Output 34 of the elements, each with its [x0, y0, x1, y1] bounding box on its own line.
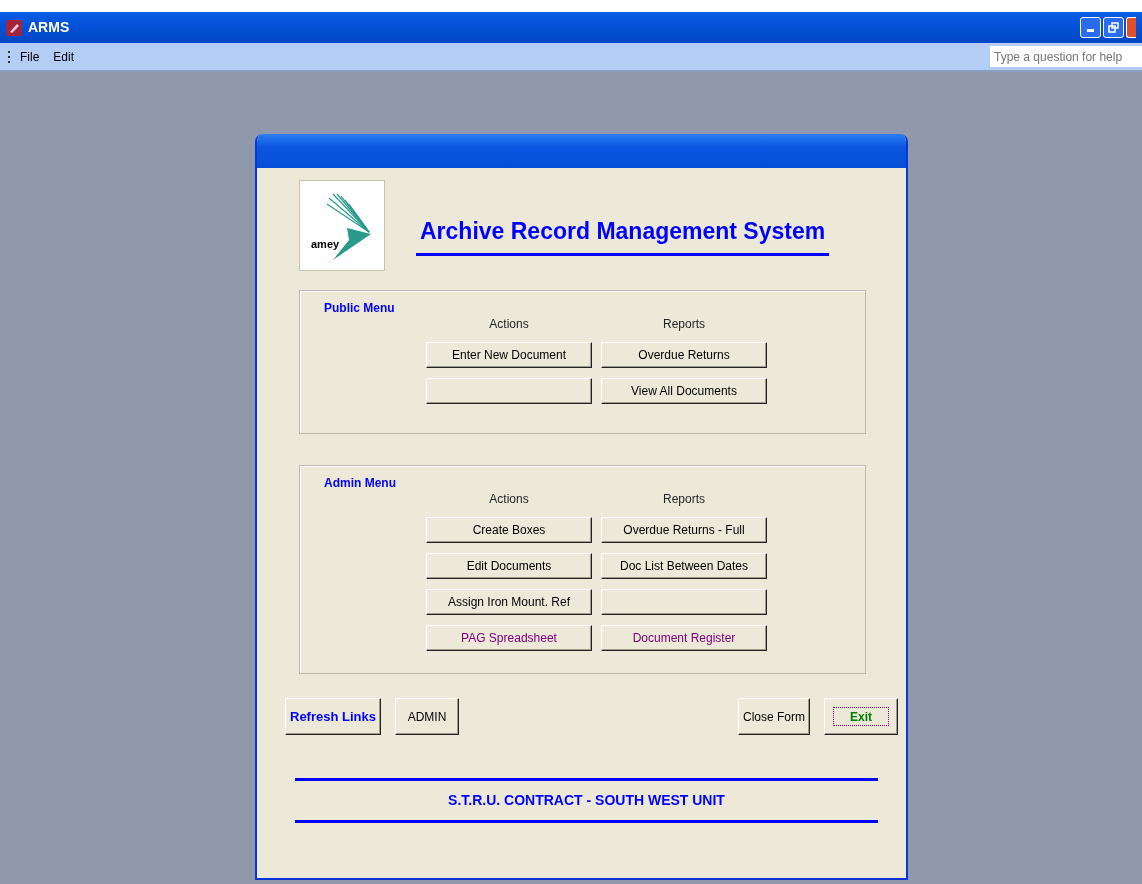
- menu-button[interactable]: View All Documents: [601, 378, 767, 404]
- menu-button[interactable]: Edit Documents: [426, 553, 592, 579]
- menu-button[interactable]: Doc List Between Dates: [601, 553, 767, 579]
- logo-text: amey: [311, 237, 340, 250]
- blank-button[interactable]: [426, 378, 592, 404]
- exit-button[interactable]: Exit: [824, 698, 898, 735]
- menu-item[interactable]: Edit: [53, 47, 75, 66]
- help-search-field[interactable]: Type a question for help: [990, 46, 1142, 67]
- close-button[interactable]: [1126, 17, 1136, 38]
- restore-button[interactable]: [1103, 17, 1124, 38]
- menu-button[interactable]: PAG Spreadsheet: [426, 625, 592, 651]
- column-heading: Reports: [662, 491, 706, 508]
- minimize-button[interactable]: [1080, 17, 1101, 38]
- menu-button[interactable]: Assign Iron Mount. Ref: [426, 589, 592, 615]
- column-heading: Actions: [488, 491, 530, 508]
- form-heading: Archive Record Management System: [416, 214, 830, 256]
- column-heading: Actions: [488, 316, 530, 333]
- menu-button[interactable]: Enter New Document: [426, 342, 592, 368]
- menu-button[interactable]: Create Boxes: [426, 517, 592, 543]
- section-title: Admin Menu: [324, 475, 397, 492]
- footer-button[interactable]: Refresh Links: [285, 698, 381, 735]
- blank-button[interactable]: [601, 589, 767, 615]
- menu-button[interactable]: Overdue Returns - Full: [601, 517, 767, 543]
- app-icon: [6, 19, 22, 36]
- restore-icon: [1108, 22, 1119, 33]
- menu-item[interactable]: File: [20, 47, 40, 66]
- section-title: Public Menu: [324, 300, 396, 317]
- footer-button[interactable]: Close Form: [738, 698, 810, 735]
- menu-button[interactable]: Overdue Returns: [601, 342, 767, 368]
- footer-banner: S.T.R.U. CONTRACT - SOUTH WEST UNIT: [295, 778, 878, 823]
- window-title: ARMS: [28, 18, 70, 37]
- column-heading: Reports: [662, 316, 706, 333]
- footer-button[interactable]: ADMIN: [395, 698, 459, 735]
- menu-button[interactable]: Document Register: [601, 625, 767, 651]
